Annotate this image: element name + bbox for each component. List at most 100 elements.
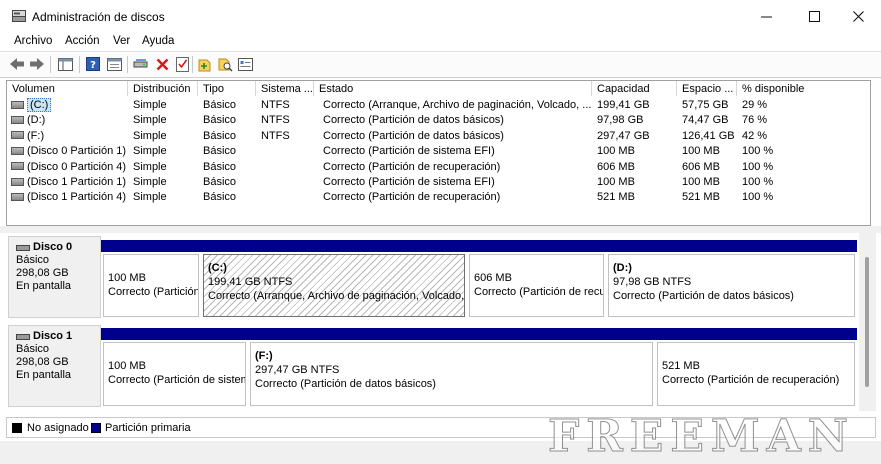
cell-volume: (D:) <box>11 113 128 128</box>
primary-partition-bar <box>101 328 248 340</box>
volume-row[interactable]: (F:) Simple Básico NTFS Correcto (Partición … <box>7 129 870 144</box>
connect-drive-button[interactable] <box>133 56 149 72</box>
cell-percent-free: 100 % <box>742 176 774 188</box>
partition-disk1-efi[interactable]: 100 MB Correcto (Partición de sistema EF… <box>101 328 248 408</box>
volume-row[interactable]: (Disco 0 Partición 4) Simple Básico Correct… <box>7 160 870 175</box>
toolbar-separator <box>79 56 80 73</box>
partition-body-selected: (C:) 199,41 GB NTFS Correcto (Arranque, … <box>203 254 465 317</box>
menu-ver[interactable]: Ver <box>113 35 130 47</box>
cell-distribution: Simple <box>133 145 167 158</box>
partition-disk0-recovery[interactable]: 606 MB Correcto (Partición de recuperaci… <box>467 240 606 319</box>
cell-free-space: 606 MB <box>682 160 720 173</box>
disk-0-name-row: Disco 0 <box>16 241 100 254</box>
partition-disk1-f[interactable]: (F:) 297,47 GB NTFS Correcto (Partición … <box>248 328 655 408</box>
disk-view-scrollbar[interactable] <box>859 233 876 411</box>
delete-button[interactable] <box>154 56 170 72</box>
forward-arrow-icon <box>30 58 44 70</box>
search-folder-button[interactable] <box>217 56 233 72</box>
cell-filesystem <box>261 175 319 190</box>
col-header-sistema[interactable]: Sistema ... <box>256 81 314 96</box>
volume-row[interactable]: (C:) Simple Básico NTFS Correcto (Arranque, … <box>7 98 870 113</box>
legend-label-primary: Partición primaria <box>105 422 191 434</box>
scrollbar-thumb[interactable] <box>865 257 869 387</box>
cell-filesystem: NTFS <box>261 114 290 127</box>
menu-ayuda[interactable]: Ayuda <box>142 35 174 47</box>
properties-button[interactable] <box>106 56 122 72</box>
cell-filesystem: NTFS <box>261 129 290 142</box>
cell-percent-free: 100 % <box>742 160 774 173</box>
partition-size: 521 MB <box>662 360 700 372</box>
primary-partition-bar <box>201 240 467 252</box>
view-button[interactable] <box>237 56 253 72</box>
volume-row[interactable]: (Disco 1 Partición 1) Simple Básico Correct… <box>7 175 870 190</box>
title-bar: Administración de discos <box>0 0 881 33</box>
new-folder-button[interactable] <box>197 56 213 72</box>
help-button[interactable]: ? <box>85 56 101 72</box>
pane-splitter[interactable] <box>0 226 881 233</box>
legend-swatch-primary <box>91 423 101 433</box>
volume-row[interactable]: (Disco 1 Partición 4) Simple Básico Correct… <box>7 190 870 205</box>
cell-type: Básico <box>203 160 237 173</box>
disk-management-icon <box>12 10 26 22</box>
volume-name: (D:) <box>27 114 46 127</box>
menu-archivo[interactable]: Archivo <box>14 35 52 47</box>
drive-icon <box>11 177 24 186</box>
cell-type: Básico <box>203 145 237 158</box>
drive-icon <box>11 192 24 201</box>
col-header-distribucion[interactable]: Distribución <box>128 81 198 96</box>
partition-body: 100 MB Correcto (Partición de sistema EF… <box>103 254 199 317</box>
console-tree-icon <box>57 57 73 71</box>
partition-body: (F:) 297,47 GB NTFS Correcto (Partición … <box>250 342 653 406</box>
partition-disk0-efi[interactable]: 100 MB Correcto (Partición de sistema EF… <box>101 240 201 319</box>
disk-size: 298,08 GB <box>16 356 69 368</box>
partition-disk0-d[interactable]: (D:) 97,98 GB NTFS Correcto (Partición d… <box>606 240 857 319</box>
forward-button[interactable] <box>29 56 45 72</box>
partition-disk0-c[interactable]: (C:) 199,41 GB NTFS Correcto (Arranque, … <box>201 240 467 319</box>
cell-free-space: 74,47 GB <box>682 114 729 127</box>
checklist-button[interactable] <box>174 56 190 72</box>
col-header-tipo[interactable]: Tipo <box>198 81 256 96</box>
cell-filesystem <box>261 160 319 175</box>
col-header-volumen[interactable]: Volumen <box>7 81 128 96</box>
partition-disk1-recovery[interactable]: 521 MB Correcto (Partición de recuperaci… <box>655 328 857 408</box>
col-header-disponible[interactable]: % disponible <box>737 81 870 96</box>
disk-type: Básico <box>16 343 50 355</box>
cell-status: Correcto (Partición de recuperación) <box>323 191 501 204</box>
cell-volume: (Disco 1 Partición 1) <box>11 175 128 190</box>
console-tree-button[interactable] <box>57 56 73 72</box>
partition-letter: (D:) <box>613 262 632 274</box>
volume-list[interactable]: Volumen Distribución Tipo Sistema ... Es… <box>6 80 871 226</box>
maximize-button[interactable] <box>791 0 837 33</box>
cell-type: Básico <box>203 99 237 111</box>
cell-percent-free: 100 % <box>742 145 774 158</box>
primary-partition-bar <box>606 240 857 252</box>
col-header-espacio[interactable]: Espacio ... <box>677 81 737 96</box>
cell-free-space: 126,41 GB <box>682 129 735 142</box>
cell-volume: (F:) <box>11 129 128 144</box>
volume-row[interactable]: (D:) Simple Básico NTFS Correcto (Partición … <box>7 113 870 128</box>
drive-icon <box>11 146 24 155</box>
delete-icon <box>156 58 168 70</box>
cell-status: Correcto (Partición de datos básicos) <box>323 114 504 127</box>
partition-body: 521 MB Correcto (Partición de recuperaci… <box>657 342 855 406</box>
cell-type: Básico <box>203 129 237 142</box>
disk-1-label[interactable]: Disco 1 Básico 298,08 GB En pantalla <box>8 325 101 407</box>
drive-icon <box>11 115 24 124</box>
col-header-estado[interactable]: Estado <box>314 81 592 96</box>
cell-filesystem <box>261 190 319 205</box>
close-icon <box>852 11 864 22</box>
minimize-button[interactable] <box>743 0 789 33</box>
volume-name: (F:) <box>27 129 45 142</box>
partition-status: Correcto (Partición de datos básicos) <box>613 290 794 302</box>
disk-0-label[interactable]: Disco 0 Básico 298,08 GB En pantalla <box>8 236 101 318</box>
back-button[interactable] <box>9 56 25 72</box>
partition-status: Correcto (Partición de recuperación) <box>662 374 840 386</box>
close-button[interactable] <box>835 0 881 33</box>
col-header-capacidad[interactable]: Capacidad <box>592 81 677 96</box>
menu-accion[interactable]: Acción <box>65 35 100 47</box>
cell-status: Correcto (Partición de sistema EFI) <box>323 176 495 188</box>
cell-free-space: 100 MB <box>682 145 720 158</box>
window-title: Administración de discos <box>32 10 165 24</box>
volume-row[interactable]: (Disco 0 Partición 1) Simple Básico Correct… <box>7 144 870 159</box>
disk-1-name-row: Disco 1 <box>16 330 100 343</box>
